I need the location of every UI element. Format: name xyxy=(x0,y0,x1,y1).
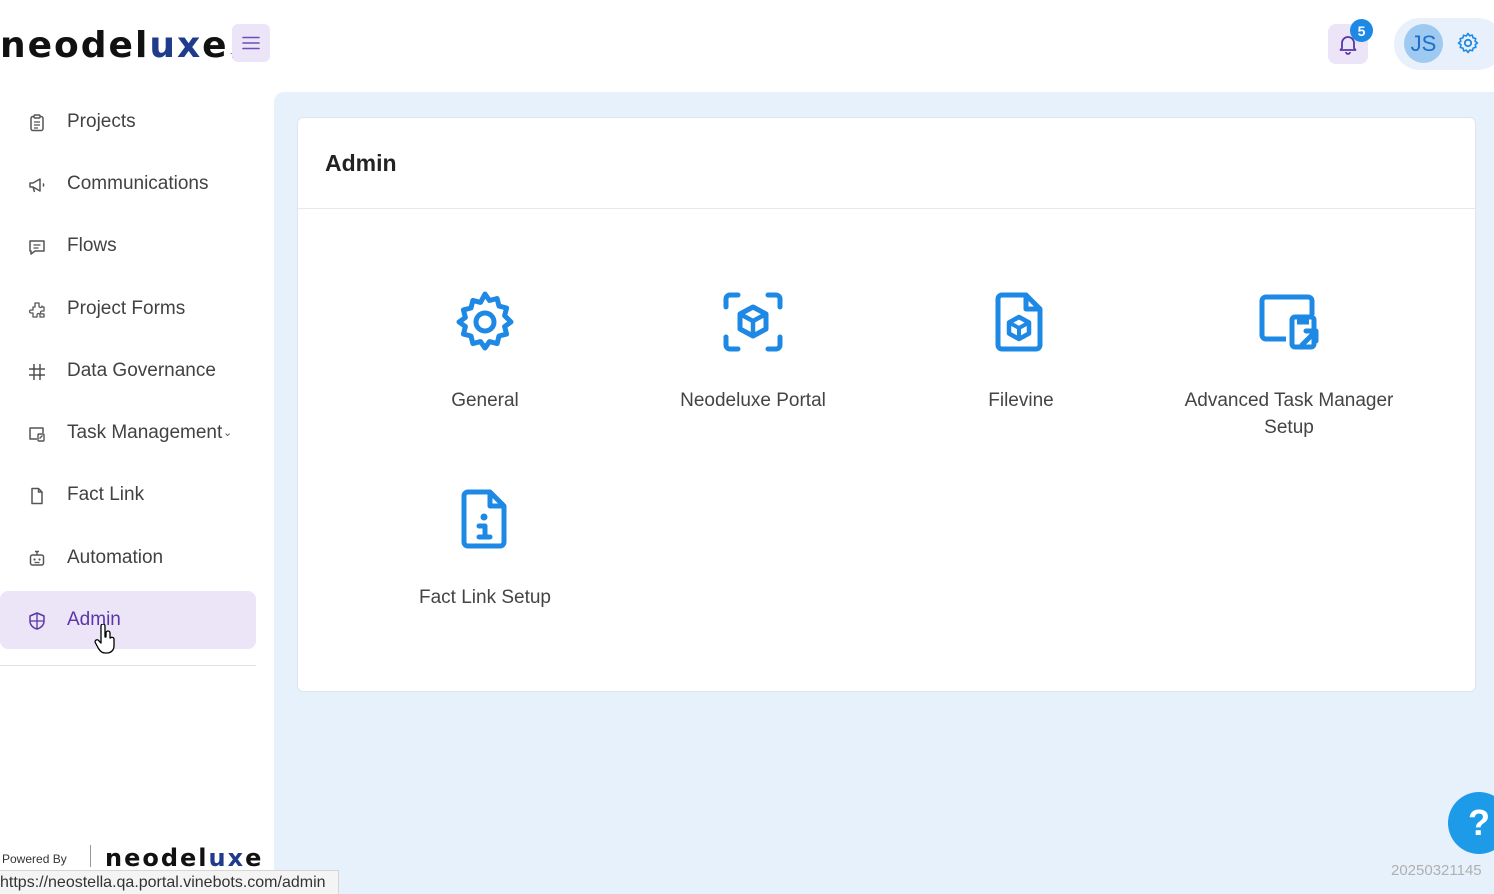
powered-logo-ux: ux xyxy=(208,844,246,872)
card-divider xyxy=(298,208,1475,209)
powered-by-logo: neodeluxe xyxy=(105,844,263,872)
robot-icon xyxy=(26,548,48,570)
notification-count-badge: 5 xyxy=(1350,19,1373,42)
gear-icon xyxy=(452,289,518,355)
file-info-icon xyxy=(452,486,518,552)
grid-icon xyxy=(26,361,48,383)
question-mark-icon: ? xyxy=(1468,802,1490,843)
sidebar: Projects Communications Flows Project Fo… xyxy=(0,88,274,894)
sidebar-item-label: Fact Link xyxy=(67,484,145,505)
tile-fact-link-setup[interactable]: Fact Link Setup xyxy=(355,486,615,666)
powered-by-separator xyxy=(90,845,91,867)
cube-scan-icon xyxy=(720,289,786,355)
tile-label: Advanced Task Manager Setup xyxy=(1184,390,1394,438)
screen-export-icon xyxy=(1256,289,1322,355)
sidebar-item-automation[interactable]: Automation xyxy=(0,529,256,587)
tile-label: Neodeluxe Portal xyxy=(680,390,826,411)
version-label: 20250321145 xyxy=(1391,862,1482,879)
shield-icon xyxy=(26,610,48,632)
clipboard-icon xyxy=(26,112,48,134)
sidebar-item-communications[interactable]: Communications xyxy=(0,155,256,213)
logo-text-start: neodel xyxy=(0,25,150,66)
sidebar-item-admin[interactable]: Admin xyxy=(0,591,256,649)
logo[interactable]: neodeluxeTM xyxy=(0,22,239,66)
sidebar-item-data-governance[interactable]: Data Governance xyxy=(0,342,256,400)
sidebar-item-label: Communications xyxy=(67,173,209,194)
top-bar: neodeluxeTM 5 JS xyxy=(0,0,1494,88)
powered-logo-end: e xyxy=(245,844,264,872)
powered-by-label: Powered By xyxy=(2,852,67,866)
puzzle-icon xyxy=(26,299,48,321)
hamburger-menu-icon xyxy=(242,36,260,50)
logo-text-end: e xyxy=(202,25,229,66)
tile-label: Fact Link Setup xyxy=(418,587,552,608)
sidebar-item-label: Projects xyxy=(67,111,136,132)
chevron-down-icon[interactable]: ⌄ xyxy=(223,426,232,439)
app-window: neodeluxeTM 5 JS Projects Communications… xyxy=(0,0,1494,894)
chat-bubble-icon xyxy=(26,236,48,258)
status-bar-url: https://neostella.qa.portal.vinebots.com… xyxy=(0,870,339,894)
sidebar-item-label: Automation xyxy=(67,547,164,568)
tile-advanced-task-manager-setup[interactable]: Advanced Task Manager Setup xyxy=(1159,289,1419,469)
tile-label: Filevine xyxy=(988,390,1054,411)
admin-card: Admin General Neodeluxe Portal Filevine xyxy=(297,117,1476,692)
sidebar-item-label: Project Forms xyxy=(67,298,186,319)
main-content: Admin General Neodeluxe Portal Filevine xyxy=(274,92,1494,894)
file-cube-icon xyxy=(988,289,1054,355)
tile-general[interactable]: General xyxy=(355,289,615,469)
sidebar-item-flows[interactable]: Flows xyxy=(0,217,256,275)
avatar[interactable]: JS xyxy=(1404,24,1443,63)
sidebar-item-label: Data Governance xyxy=(67,360,216,381)
sidebar-item-task-management[interactable]: Task Management ⌄ xyxy=(0,404,256,462)
task-screen-icon xyxy=(26,423,48,445)
sidebar-item-projects[interactable]: Projects xyxy=(0,93,256,151)
sidebar-item-label: Flows xyxy=(67,235,117,256)
menu-toggle-button[interactable] xyxy=(232,24,270,62)
tile-neodeluxe-portal[interactable]: Neodeluxe Portal xyxy=(623,289,883,469)
powered-logo-start: neodel xyxy=(105,844,209,872)
tile-label: General xyxy=(451,390,519,411)
gear-icon xyxy=(1457,32,1479,54)
hand-cursor-icon xyxy=(94,624,115,654)
document-icon xyxy=(26,485,48,507)
sidebar-divider xyxy=(0,665,256,666)
sidebar-item-label: Task Management xyxy=(67,422,223,443)
sidebar-item-project-forms[interactable]: Project Forms xyxy=(0,280,256,338)
logo-text-ux: ux xyxy=(149,25,203,66)
tile-filevine[interactable]: Filevine xyxy=(891,289,1151,469)
sidebar-item-fact-link[interactable]: Fact Link xyxy=(0,466,256,524)
megaphone-icon xyxy=(26,174,48,196)
page-title: Admin xyxy=(325,150,397,176)
settings-button[interactable] xyxy=(1455,30,1481,56)
